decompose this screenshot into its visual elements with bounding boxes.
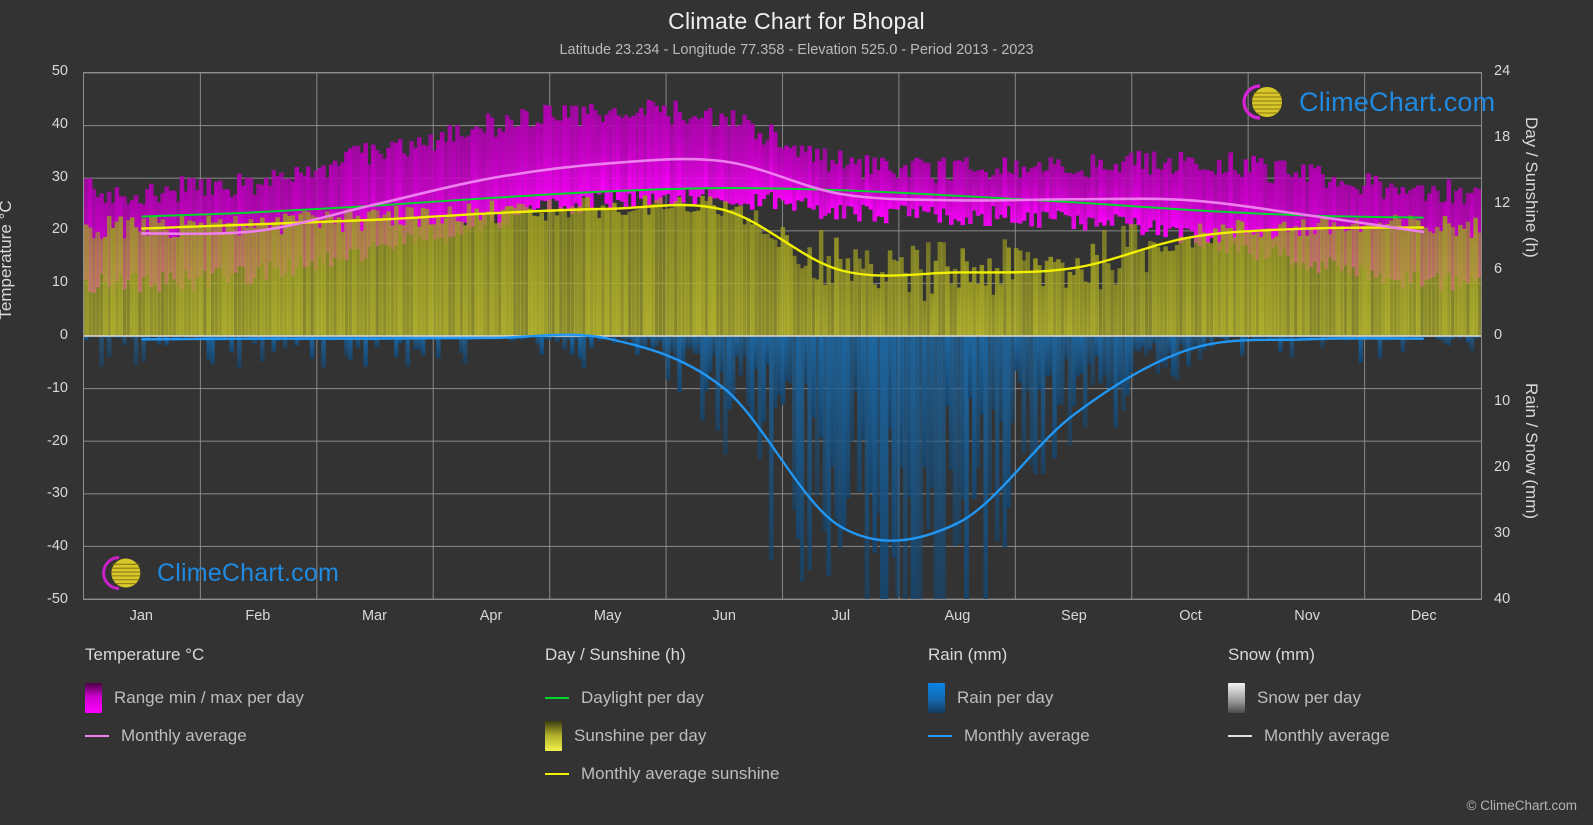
legend-item-label: Monthly average sunshine xyxy=(581,764,780,783)
watermark-top-right: ClimeChart.com xyxy=(1233,80,1495,124)
legend-line-marker xyxy=(928,735,952,737)
left-tick-40: 40 xyxy=(51,115,68,132)
right-bottom-tick-20: 20 xyxy=(1494,459,1511,475)
legend-item-label: Monthly average xyxy=(964,726,1090,745)
plot-wrapper xyxy=(83,72,1482,600)
legend-item-label: Monthly average xyxy=(1264,726,1390,745)
x-tick-may: May xyxy=(593,608,622,624)
left-tick-neg30: -30 xyxy=(47,485,68,502)
legend-line-marker xyxy=(545,697,569,699)
legend-line-marker xyxy=(85,735,109,737)
left-tick-20: 20 xyxy=(51,221,68,238)
legend-group-title: Temperature °C xyxy=(85,645,205,664)
left-tick-0: 0 xyxy=(59,327,68,343)
left-tick-neg10: -10 xyxy=(47,379,68,396)
legend-swatch-line xyxy=(1228,735,1252,737)
page-subtitle: Latitude 23.234 - Longitude 77.358 - Ele… xyxy=(559,42,1034,58)
legend-item[interactable]: Monthly average xyxy=(85,717,304,755)
legend-line-marker xyxy=(545,773,569,775)
x-tick-sep: Sep xyxy=(1061,608,1087,624)
left-tick-50: 50 xyxy=(51,63,68,79)
x-tick-jul: Jul xyxy=(831,608,851,624)
legend-swatch-box xyxy=(1228,683,1245,713)
watermark-lower-left: ClimeChart.com xyxy=(93,551,339,595)
legend-swatch-box xyxy=(928,683,945,713)
legend-item[interactable]: Monthly average xyxy=(928,717,1090,755)
x-tick-aug: Aug xyxy=(944,608,971,624)
axis-title-left: Temperature °C xyxy=(0,200,15,320)
x-tick-oct: Oct xyxy=(1179,608,1202,624)
legend-swatch-line xyxy=(545,773,569,775)
legend-item[interactable]: Range min / max per day xyxy=(85,679,304,717)
climate-chart-page: Climate Chart for Bhopal Latitude 23.234… xyxy=(0,0,1593,825)
right-top-tick-6: 6 xyxy=(1494,261,1503,277)
legend-group-title: Day / Sunshine (h) xyxy=(545,645,686,664)
legend-item[interactable]: Rain per day xyxy=(928,679,1090,717)
x-tick-feb: Feb xyxy=(245,608,271,624)
chart-legend: Temperature °C Range min / max per day Mon… xyxy=(0,645,1593,815)
watermark-label: ClimeChart.com xyxy=(157,558,339,587)
x-tick-apr: Apr xyxy=(479,608,503,624)
right-bottom-tick-40: 40 xyxy=(1494,591,1511,607)
legend-item[interactable]: Monthly average xyxy=(1228,717,1390,755)
legend-item-label: Monthly average xyxy=(121,726,247,745)
left-tick-neg40: -40 xyxy=(47,538,68,555)
x-tick-jan: Jan xyxy=(129,608,153,624)
copyright-text: © ClimeChart.com xyxy=(1466,798,1577,813)
x-tick-mar: Mar xyxy=(361,608,387,624)
legend-group-temperature-c: Temperature °C Range min / max per day Mon… xyxy=(85,645,304,755)
climechart-logo-icon xyxy=(102,556,141,590)
legend-swatch-box xyxy=(545,721,562,751)
x-tick-jun: Jun xyxy=(712,608,736,624)
right-top-tick-12: 12 xyxy=(1494,195,1511,211)
legend-item[interactable]: Daylight per day xyxy=(545,679,779,717)
legend-swatch-line xyxy=(928,735,952,737)
right-top-tick-0: 0 xyxy=(1494,327,1503,343)
legend-swatch-box xyxy=(85,683,102,713)
legend-item[interactable]: Snow per day xyxy=(1228,679,1390,717)
left-tick-10: 10 xyxy=(51,274,68,291)
left-tick-30: 30 xyxy=(51,168,68,185)
legend-item-label: Range min / max per day xyxy=(114,688,304,707)
legend-group-snow-mm: Snow (mm) Snow per day Monthly average xyxy=(1228,645,1390,755)
x-tick-nov: Nov xyxy=(1294,608,1321,624)
legend-group-title: Rain (mm) xyxy=(928,645,1008,664)
legend-swatch-line xyxy=(545,697,569,699)
legend-group-rain-mm: Rain (mm) Rain per day Monthly average xyxy=(928,645,1090,755)
right-bottom-tick-30: 30 xyxy=(1494,525,1511,541)
legend-line-marker xyxy=(1228,735,1252,737)
page-title: Climate Chart for Bhopal xyxy=(668,8,925,34)
left-tick-neg20: -20 xyxy=(47,432,68,449)
climechart-logo-icon xyxy=(1242,84,1282,120)
legend-item-label: Rain per day xyxy=(957,688,1054,707)
right-top-tick-24: 24 xyxy=(1494,63,1511,79)
watermark-label: ClimeChart.com xyxy=(1299,86,1496,117)
legend-item-label: Snow per day xyxy=(1257,688,1361,707)
legend-item[interactable]: Sunshine per day xyxy=(545,717,779,755)
right-top-tick-18: 18 xyxy=(1494,129,1511,145)
legend-group-title: Snow (mm) xyxy=(1228,645,1315,664)
legend-item-label: Sunshine per day xyxy=(574,726,707,745)
legend-swatch-line xyxy=(85,735,109,737)
legend-group-day-sunshine-h: Day / Sunshine (h) Daylight per day Sunshi… xyxy=(545,645,779,793)
legend-item-label: Daylight per day xyxy=(581,688,704,707)
legend-item[interactable]: Monthly average sunshine xyxy=(545,755,779,793)
left-tick-neg50: -50 xyxy=(47,591,68,607)
x-tick-dec: Dec xyxy=(1410,608,1437,624)
climate-plot-svg xyxy=(84,73,1481,599)
plot-area xyxy=(83,72,1482,600)
right-bottom-tick-10: 10 xyxy=(1494,393,1511,409)
